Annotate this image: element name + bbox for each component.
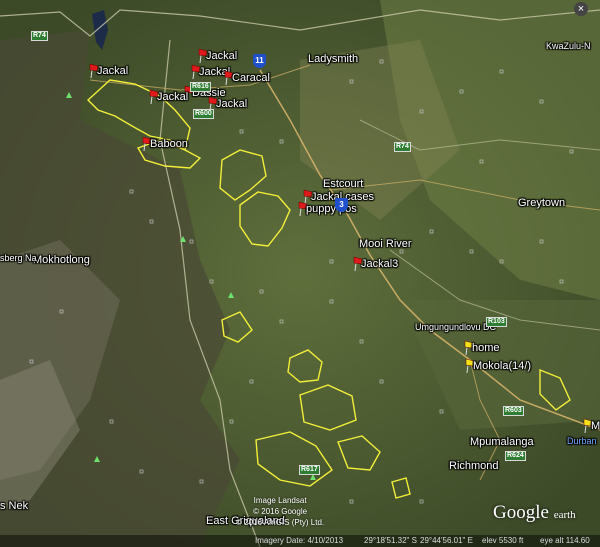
road-badge-r-r74: R74 (394, 142, 411, 152)
google-earth-logo: Google earth (493, 502, 576, 524)
status-bar: Imagery Date: 4/10/2013 29°18'51.32" S 2… (0, 535, 600, 547)
place-label-undlovu[interactable]: Umgungundlovu DC (415, 322, 496, 332)
road-badge-r-r103: R103 (486, 317, 507, 327)
elevation-readout: elev 5530 ft (482, 536, 524, 545)
marker-label-m-jackal-2[interactable]: Jackal (206, 50, 237, 62)
highway-shield-icon: 3 (335, 198, 348, 212)
marker-label-m-jackal-1[interactable]: Jackal (97, 65, 128, 77)
place-label-kwazulu[interactable]: KwaZulu-N (546, 41, 591, 51)
place-label-ladysmith[interactable]: Ladysmith (308, 53, 358, 65)
marker-label-m-baboon[interactable]: Baboon (150, 138, 188, 150)
marker-label-m-jackal-5[interactable]: Jackal (216, 98, 247, 110)
place-label-mokhotlong[interactable]: Mokhotlong (33, 254, 90, 266)
attribution-line-3: © 2016 AfriGIS (Pty) Ltd. (236, 518, 325, 527)
attribution-line-1: Image Landsat (253, 496, 307, 505)
imagery-date: Imagery Date: 4/10/2013 (255, 536, 344, 545)
latitude-readout: 29°18'51.32" S (364, 536, 417, 545)
longitude-readout: 29°44'56.01" E (420, 536, 473, 545)
close-button[interactable]: × (574, 2, 588, 16)
marker-label-m-mokola-14[interactable]: Mokola(14/) (473, 360, 531, 372)
marker-label-m-puppy-pos[interactable]: puppy pos (306, 203, 357, 215)
logo-suffix: earth (553, 509, 576, 521)
place-label-richmond[interactable]: Richmond (449, 460, 499, 472)
road-badge-r-r74b: R74 (31, 31, 48, 41)
map-attribution: Image Landsat © 2016 Google © 2016 AfriG… (236, 495, 324, 528)
place-label-nek[interactable]: s Nek (0, 500, 28, 512)
map-viewport[interactable]: Ladysmith Estcourt Greytown Mooi River Mokho… (0, 0, 600, 547)
road-badge-r-r600: R600 (193, 109, 214, 119)
place-label-mooiriver[interactable]: Mooi River (359, 238, 412, 250)
place-label-greytown[interactable]: Greytown (518, 197, 565, 209)
road-badge-r-r624: R624 (505, 451, 526, 461)
road-badge-r-r616: R616 (190, 82, 211, 92)
logo-brand: Google (493, 502, 549, 523)
marker-label-m-jackal3[interactable]: Jackal3 (361, 258, 398, 270)
road-badge-r-r617: R617 (299, 465, 320, 475)
place-label-mpumalanga[interactable]: Mpumalanga (470, 436, 534, 448)
marker-label-m-mokola-12[interactable]: Mokola(12 (591, 420, 600, 432)
eye-altitude-readout: eye alt 114.60 mi (540, 536, 590, 545)
attribution-line-2: © 2016 Google (253, 507, 308, 516)
place-label-estcourt[interactable]: Estcourt (323, 178, 363, 190)
road-badge-r-r603: R603 (503, 406, 524, 416)
marker-label-m-caracal[interactable]: Caracal (232, 72, 270, 84)
highway-shield-icon: 11 (253, 54, 266, 68)
place-label-sbergna[interactable]: sberg Na (0, 253, 37, 263)
marker-label-m-home[interactable]: home (472, 342, 500, 354)
marker-label-m-jackal-4[interactable]: Jackal (157, 91, 188, 103)
place-label-durban[interactable]: Durban (567, 436, 597, 446)
